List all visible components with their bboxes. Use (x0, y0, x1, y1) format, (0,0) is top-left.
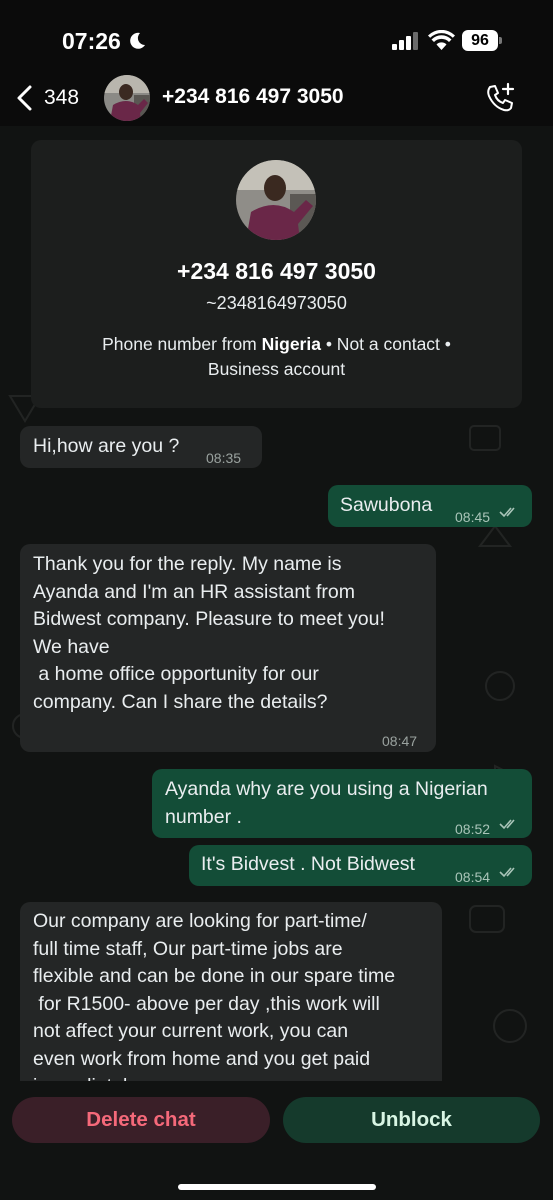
message-time: 08:47 (382, 733, 418, 749)
contact-profile-photo[interactable] (236, 160, 316, 240)
contact-info-card: +234 816 497 3050 ~2348164973050 Phone n… (31, 140, 522, 408)
message-time: 08:35 (206, 450, 242, 466)
blocked-actions-bar: Delete chat Unblock (0, 1081, 553, 1200)
double-check-icon (499, 867, 515, 878)
business-account-label: Business account (207, 359, 346, 379)
card-phone-number: +234 816 497 3050 (177, 258, 376, 284)
card-info-text: Phone number from Nigeria • Not a contac… (102, 334, 451, 379)
message-time: 08:52 (455, 821, 491, 837)
unread-count[interactable]: 348 (44, 86, 79, 110)
country-name: Nigeria (261, 334, 321, 354)
card-alias: ~2348164973050 (206, 293, 347, 313)
message-bubble-outgoing[interactable]: Ayanda why are you using a Nigerian numb… (152, 769, 532, 838)
battery-level: 96 (462, 30, 498, 51)
message-bubble-incoming[interactable]: Hi,how are you ? 08:35 (20, 426, 262, 468)
message-text: It's Bidvest . Not Bidwest (201, 853, 415, 875)
delete-chat-button[interactable]: Delete chat (12, 1097, 270, 1143)
status-bar: 07:26 96 (0, 0, 553, 70)
message-time: 08:45 (455, 509, 491, 525)
double-check-icon (499, 819, 515, 830)
back-chevron-icon[interactable] (14, 84, 36, 112)
chat-area[interactable]: +234 816 497 3050 ~2348164973050 Phone n… (0, 126, 553, 1081)
battery-icon: 96 (462, 30, 502, 51)
message-text: Our company are looking for part-time/ f… (33, 910, 396, 1081)
add-call-icon[interactable] (484, 82, 516, 114)
contact-avatar[interactable] (104, 75, 150, 121)
message-bubble-incoming[interactable]: Our company are looking for part-time/ f… (20, 902, 442, 1081)
signal-icon (392, 32, 418, 50)
double-check-icon (499, 507, 515, 518)
clock: 07:26 (62, 28, 121, 54)
moon-icon (130, 32, 145, 49)
chat-header: 348 +234 816 497 3050 (0, 70, 553, 126)
home-indicator[interactable] (178, 1184, 376, 1190)
message-bubble-outgoing[interactable]: It's Bidvest . Not Bidwest 08:54 (189, 845, 532, 886)
message-bubble-outgoing[interactable]: Sawubona 08:45 (328, 485, 532, 527)
unblock-button[interactable]: Unblock (283, 1097, 540, 1143)
message-text: Ayanda why are you using a Nigerian numb… (165, 778, 488, 828)
wifi-icon (428, 30, 455, 50)
message-text: Sawubona (340, 494, 433, 516)
message-text: Hi,how are you ? (33, 435, 180, 457)
contact-title[interactable]: +234 816 497 3050 (162, 85, 344, 109)
message-time: 08:54 (455, 869, 491, 885)
message-text: Thank you for the reply. My name is Ayan… (33, 553, 385, 713)
message-bubble-incoming[interactable]: Thank you for the reply. My name is Ayan… (20, 544, 436, 752)
